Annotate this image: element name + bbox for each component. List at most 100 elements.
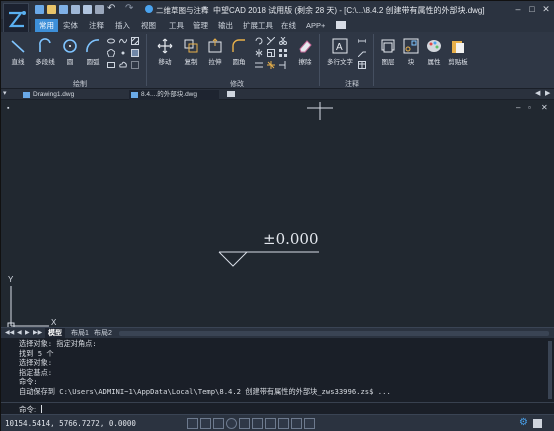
table-icon[interactable]	[358, 61, 366, 69]
spline-icon[interactable]	[119, 37, 127, 45]
circle-tool[interactable]: 圆	[59, 38, 81, 66]
tab-tools[interactable]: 工具	[165, 19, 188, 32]
undo-icon[interactable]: ↶	[107, 3, 115, 14]
osnap-toggle[interactable]	[239, 418, 250, 429]
tab-annotate[interactable]: 注释	[85, 19, 108, 32]
document-tabs: ▾ Drawing1.dwg 8.4....的外部块.dwg ◀ ▶	[1, 89, 554, 100]
dimension-icon[interactable]	[358, 37, 366, 45]
line-tool[interactable]: 直线	[5, 38, 31, 66]
tab-scroll-left-icon[interactable]: ◀	[535, 89, 540, 97]
chevron-down-icon[interactable]: ▾	[203, 4, 207, 12]
scale-icon[interactable]	[267, 49, 275, 57]
gear-icon[interactable]: ⚙	[519, 417, 528, 428]
prev-layout-icon[interactable]: ◀	[17, 329, 22, 336]
fillet-tool-label: 圆角	[232, 59, 246, 66]
ribbon-toggle-icon[interactable]	[336, 21, 346, 29]
point-icon[interactable]	[119, 49, 127, 57]
annotate-group-label: 注释	[345, 81, 359, 88]
redo-icon[interactable]: ↷	[125, 3, 133, 14]
polygon-icon[interactable]	[107, 49, 115, 57]
drawing-canvas[interactable]: ▪ – ▫ ✕ ±0.000 Y X	[1, 100, 554, 327]
tab-view[interactable]: 视图	[137, 19, 160, 32]
scissors-icon[interactable]	[279, 37, 287, 45]
open-file-icon[interactable]	[47, 5, 56, 14]
command-cursor	[41, 405, 42, 413]
app-logo[interactable]	[3, 3, 29, 33]
tab-home[interactable]: 常用	[35, 19, 58, 32]
tab-menu-icon[interactable]: ▾	[3, 89, 7, 97]
mtext-icon: A	[332, 38, 348, 54]
array-icon[interactable]	[279, 49, 287, 57]
tab-extended-tools[interactable]: 扩展工具	[239, 19, 277, 32]
doc-tab-active[interactable]: 8.4....的外部块.dwg	[129, 90, 219, 100]
trim-icon[interactable]	[267, 37, 275, 45]
new-file-icon[interactable]	[35, 5, 44, 14]
explode-icon[interactable]	[267, 61, 275, 69]
mirror-icon[interactable]	[255, 49, 263, 57]
layer-icon	[381, 39, 395, 53]
workspace-selector[interactable]: 二维草图与注释	[156, 5, 209, 16]
rotate-icon[interactable]	[255, 37, 263, 45]
elevation-label[interactable]: ±0.000	[263, 230, 319, 248]
selection-cycling-toggle[interactable]	[304, 418, 315, 429]
dwg-file-icon	[131, 92, 138, 98]
region-icon[interactable]	[131, 61, 139, 69]
save-icon[interactable]	[59, 5, 68, 14]
new-tab-icon[interactable]	[227, 91, 235, 97]
leader-icon[interactable]	[358, 49, 366, 57]
tab-scroll-right-icon[interactable]: ▶	[545, 89, 550, 97]
last-layout-icon[interactable]: ▶▶	[33, 329, 42, 336]
polar-toggle[interactable]	[226, 418, 237, 429]
move-icon	[157, 38, 173, 54]
tab-output[interactable]: 输出	[214, 19, 237, 32]
clipboard-tool[interactable]: 剪贴板	[447, 38, 469, 66]
print-icon[interactable]	[83, 5, 92, 14]
command-line[interactable]: 命令:	[1, 402, 554, 414]
otrack-toggle[interactable]	[252, 418, 263, 429]
grid-toggle[interactable]	[200, 418, 211, 429]
close-button[interactable]: ✕	[540, 4, 552, 15]
ellipse-icon[interactable]	[107, 37, 115, 45]
properties-tool[interactable]: 属性	[423, 38, 445, 66]
doc-tab-drawing1[interactable]: Drawing1.dwg	[21, 90, 121, 100]
ortho-toggle[interactable]	[213, 418, 224, 429]
next-layout-icon[interactable]: ▶	[25, 329, 30, 336]
tab-online[interactable]: 在线	[277, 19, 300, 32]
layer-tool[interactable]: 图层	[377, 38, 399, 66]
minimize-button[interactable]: –	[512, 4, 524, 15]
stretch-tool[interactable]: 拉伸	[203, 38, 227, 66]
eraser-icon	[299, 40, 312, 53]
arc-tool[interactable]: 圆弧	[81, 38, 105, 66]
move-tool[interactable]: 移动	[153, 38, 177, 66]
block-tool[interactable]: 块	[401, 38, 421, 66]
extend-icon[interactable]	[279, 61, 287, 69]
lineweight-toggle[interactable]	[265, 418, 276, 429]
gradient-icon[interactable]	[131, 49, 139, 57]
offset-icon[interactable]	[255, 61, 263, 69]
ribbon-divider	[319, 34, 320, 86]
fullscreen-icon[interactable]	[533, 419, 542, 428]
polyline-tool[interactable]: 多段线	[31, 38, 59, 66]
snap-toggle[interactable]	[187, 418, 198, 429]
tab-solid[interactable]: 实体	[59, 19, 82, 32]
save-as-icon[interactable]	[71, 5, 80, 14]
revision-cloud-icon[interactable]	[119, 61, 127, 69]
tab-app-plus[interactable]: APP+	[302, 19, 329, 32]
erase-tool[interactable]: 擦除	[293, 38, 317, 66]
dynamic-input-toggle[interactable]	[278, 418, 289, 429]
hatch-icon[interactable]	[131, 37, 139, 45]
first-layout-icon[interactable]: ◀◀	[5, 329, 14, 336]
tab-manage[interactable]: 管理	[189, 19, 212, 32]
polyline-icon	[39, 38, 51, 52]
horizontal-scrollbar[interactable]	[119, 331, 549, 336]
copy-tool[interactable]: 复制	[179, 38, 203, 66]
quick-properties-toggle[interactable]	[291, 418, 302, 429]
fillet-tool[interactable]: 圆角	[227, 38, 251, 66]
mtext-tool[interactable]: A 多行文字	[323, 38, 357, 66]
maximize-button[interactable]: □	[526, 4, 538, 15]
plot-preview-icon[interactable]	[95, 5, 104, 14]
tab-insert[interactable]: 插入	[111, 19, 134, 32]
line-icon	[11, 40, 25, 53]
rectangle-icon[interactable]	[107, 61, 115, 69]
command-scrollbar[interactable]	[548, 341, 552, 399]
